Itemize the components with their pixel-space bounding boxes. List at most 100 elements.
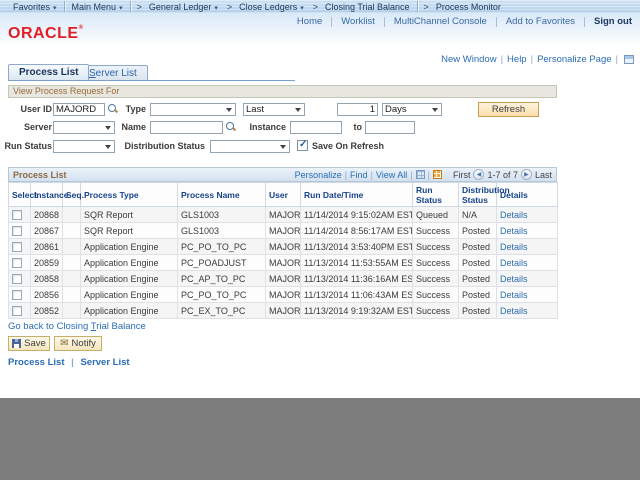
go-back-link[interactable]: Go back to Closing Trial Balance <box>8 321 146 332</box>
cell-instance: 20852 <box>31 303 63 319</box>
refresh-button[interactable]: Refresh <box>478 102 539 117</box>
multichannel-console-link[interactable]: MultiChannel Console <box>385 16 496 27</box>
cell-user: MAJORD <box>266 239 301 255</box>
details-link[interactable]: Details <box>500 274 528 284</box>
cell-run-status: Success <box>413 287 459 303</box>
personalize-page-link[interactable]: Personalize Page <box>537 54 611 65</box>
row-checkbox[interactable] <box>12 290 22 300</box>
cell-run-status: Success <box>413 239 459 255</box>
details-link[interactable]: Details <box>500 306 528 316</box>
col-process-name: Process Name <box>178 183 266 207</box>
row-checkbox[interactable] <box>12 274 22 284</box>
page-action-links: New Window | Help | Personalize Page | <box>441 54 634 65</box>
row-checkbox[interactable] <box>12 306 22 316</box>
col-instance: Instance <box>31 183 63 207</box>
orange-grid-icon[interactable] <box>433 170 442 179</box>
to-label: to <box>348 122 362 132</box>
row-checkbox[interactable] <box>12 258 22 268</box>
separator: | <box>410 170 412 180</box>
days-select[interactable]: Days <box>382 103 442 116</box>
cell-process-type: Application Engine <box>81 303 178 319</box>
find-link[interactable]: Find <box>350 170 368 180</box>
go-back-text: rial Balance <box>96 321 146 332</box>
next-page-icon[interactable]: ▶ <box>521 169 532 180</box>
chevron-down-icon: ▾ <box>300 5 304 12</box>
type-label: Type <box>104 104 146 114</box>
col-process-type: Process Type <box>81 183 178 207</box>
row-checkbox[interactable] <box>12 210 22 220</box>
server-list-link[interactable]: Server List <box>80 357 129 368</box>
notify-label: Notify <box>72 338 96 349</box>
view-all-link[interactable]: View All <box>376 170 407 180</box>
breadcrumb-favorites[interactable]: Favorites▾ <box>8 2 62 12</box>
tab-process-list[interactable]: Process List <box>8 64 89 80</box>
cell-run-status: Success <box>413 303 459 319</box>
envelope-icon: ✉ <box>60 339 68 348</box>
pager-first-label[interactable]: First <box>453 170 471 180</box>
cell-user: MAJORD <box>266 303 301 319</box>
distribution-status-select[interactable] <box>210 140 290 153</box>
details-link[interactable]: Details <box>500 226 528 236</box>
type-select[interactable] <box>150 103 236 116</box>
breadcrumb-label: Process Monitor <box>436 2 501 12</box>
details-link[interactable]: Details <box>500 210 528 220</box>
instance-to-input[interactable] <box>365 121 415 134</box>
cell-process-type: SQR Report <box>81 223 178 239</box>
col-select: Select <box>9 183 31 207</box>
breadcrumb-closing-trial-balance[interactable]: Closing Trial Balance <box>320 2 415 12</box>
notify-button[interactable]: ✉ Notify <box>54 336 102 351</box>
personalize-link[interactable]: Personalize <box>295 170 342 180</box>
name-lookup-icon[interactable] <box>226 122 237 133</box>
add-to-favorites-link[interactable]: Add to Favorites <box>497 16 584 27</box>
details-link[interactable]: Details <box>500 290 528 300</box>
cell-distribution-status: N/A <box>459 207 497 223</box>
row-checkbox[interactable] <box>12 242 22 252</box>
previous-page-icon[interactable]: ◀ <box>473 169 484 180</box>
last-number-input[interactable] <box>337 103 378 116</box>
utility-links: Home Worklist MultiChannel Console Add t… <box>288 16 632 27</box>
instance-from-input[interactable] <box>290 121 342 134</box>
row-checkbox[interactable] <box>12 226 22 236</box>
cell-seq <box>63 271 81 287</box>
masthead: Home Worklist MultiChannel Console Add t… <box>0 13 640 46</box>
worklist-link[interactable]: Worklist <box>332 16 384 27</box>
breadcrumb-general-ledger[interactable]: General Ledger▾ <box>144 2 223 12</box>
cell-instance: 20867 <box>31 223 63 239</box>
window-icon[interactable] <box>624 55 634 64</box>
separator: | <box>345 170 347 180</box>
groupbox-header: View Process Request For <box>8 85 557 98</box>
separator: | <box>428 170 430 180</box>
cell-seq <box>63 239 81 255</box>
details-link[interactable]: Details <box>500 242 528 252</box>
cell-run-datetime: 11/13/2014 11:06:43AM EST <box>301 287 413 303</box>
save-button[interactable]: Save <box>8 336 50 351</box>
breadcrumb-label: Favorites <box>13 2 50 12</box>
cell-process-type: SQR Report <box>81 207 178 223</box>
help-link[interactable]: Help <box>507 54 527 65</box>
name-input[interactable] <box>150 121 223 134</box>
table-header-row: Select Instance Seq. Process Type Proces… <box>9 183 558 207</box>
sign-out-link[interactable]: Sign out <box>585 16 632 27</box>
save-on-refresh-checkbox[interactable] <box>297 140 308 151</box>
home-link[interactable]: Home <box>288 16 331 27</box>
pager-last-label[interactable]: Last <box>535 170 552 180</box>
user-id-input[interactable] <box>53 103 105 116</box>
last-select[interactable]: Last <box>243 103 305 116</box>
breadcrumb-close-ledgers[interactable]: Close Ledgers▾ <box>234 2 309 12</box>
cell-process-name: PC_POADJUST <box>178 255 266 271</box>
breadcrumb-main-menu[interactable]: Main Menu▾ <box>67 2 128 12</box>
cell-distribution-status: Posted <box>459 255 497 271</box>
cell-distribution-status: Posted <box>459 223 497 239</box>
process-list-table: Select Instance Seq. Process Type Proces… <box>8 182 558 319</box>
cell-instance: 20856 <box>31 287 63 303</box>
new-window-link[interactable]: New Window <box>441 54 496 65</box>
floppy-disk-icon <box>12 339 21 348</box>
run-status-select[interactable] <box>53 140 115 153</box>
process-list-link[interactable]: Process List <box>8 357 65 368</box>
cell-user: MAJORD <box>266 255 301 271</box>
details-link[interactable]: Details <box>500 258 528 268</box>
breadcrumb: Favorites▾ Main Menu▾ > General Ledger▾ … <box>0 0 640 13</box>
save-label: Save <box>24 338 46 349</box>
download-grid-icon[interactable] <box>416 170 425 179</box>
cell-run-status: Success <box>413 271 459 287</box>
